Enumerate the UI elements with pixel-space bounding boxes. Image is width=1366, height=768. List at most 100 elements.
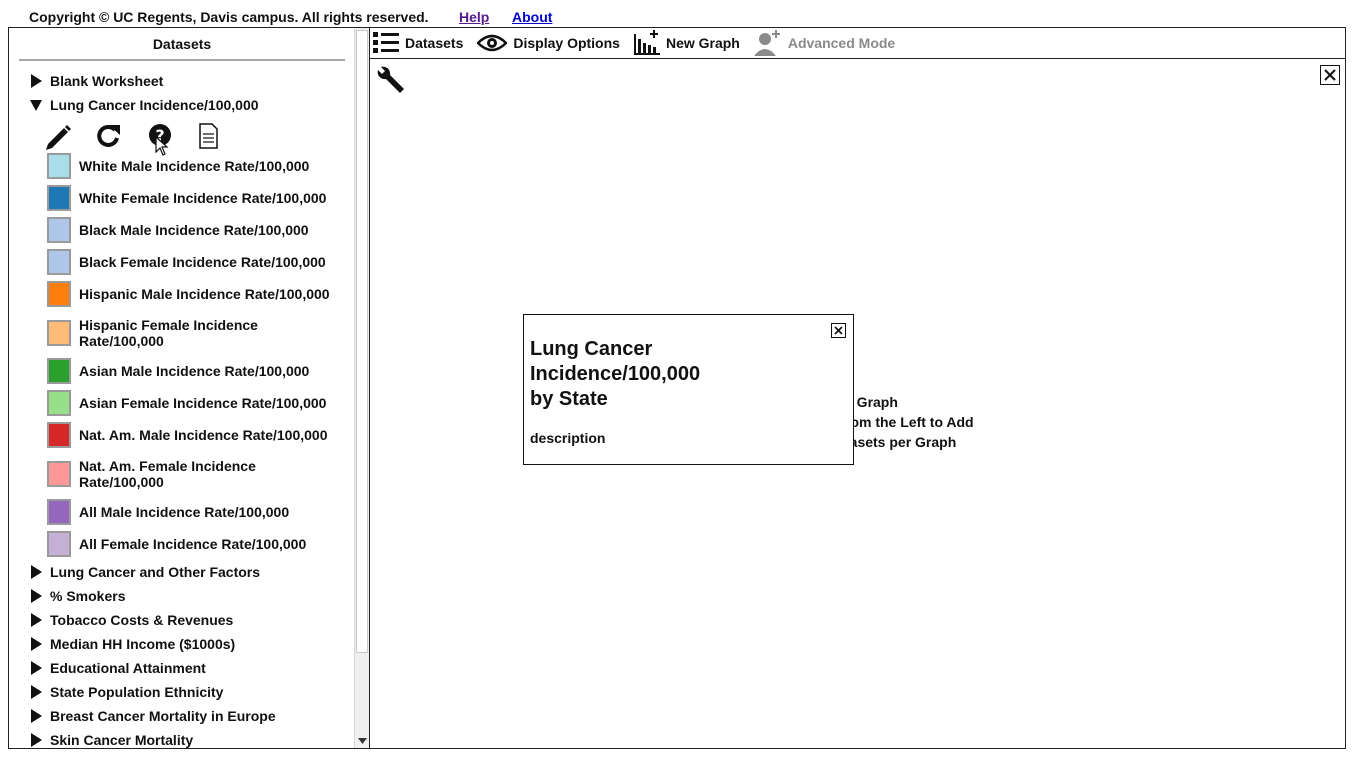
series-label: White Male Incidence Rate/100,000 [79, 158, 310, 174]
popup-close-button[interactable] [831, 323, 846, 338]
datasets-panel: Datasets Blank Worksheet Lung Cancer Inc… [8, 27, 370, 749]
tree-item-tobacco-costs[interactable]: Tobacco Costs & Revenues [30, 612, 233, 628]
series-label: Hispanic Female Incidence Rate/100,000 [79, 317, 258, 349]
tree-item-label: Median HH Income ($1000s) [50, 636, 236, 652]
series-label: All Female Incidence Rate/100,000 [79, 536, 307, 552]
series-item[interactable]: White Male Incidence Rate/100,000 [47, 153, 349, 179]
series-color-swatch[interactable] [47, 422, 71, 448]
mouse-cursor-icon [155, 136, 169, 156]
series-label: Black Male Incidence Rate/100,000 [79, 222, 309, 238]
help-link[interactable]: Help [459, 9, 489, 25]
close-graph-button[interactable] [1320, 65, 1340, 85]
tree-item-label: Blank Worksheet [50, 73, 164, 89]
series-label: All Male Incidence Rate/100,000 [79, 504, 290, 520]
tree-item-lung-cancer-incidence[interactable]: Lung Cancer Incidence/100,000 [30, 97, 259, 113]
tree-item-label: Skin Cancer Mortality [50, 732, 194, 748]
series-label: White Female Incidence Rate/100,000 [79, 190, 327, 206]
hint-line: rom the Left to Add [845, 414, 974, 430]
series-item[interactable]: Black Female Incidence Rate/100,000 [47, 249, 349, 275]
series-color-swatch[interactable] [47, 358, 71, 384]
scroll-down-arrow-icon[interactable] [358, 738, 367, 744]
tree-item-median-income[interactable]: Median HH Income ($1000s) [30, 636, 235, 652]
scrollbar-thumb[interactable] [356, 30, 368, 653]
document-icon[interactable] [194, 122, 222, 150]
series-color-swatch[interactable] [47, 281, 71, 307]
series-item[interactable]: Hispanic Male Incidence Rate/100,000 [47, 281, 349, 307]
expand-triangle-icon[interactable] [30, 637, 42, 651]
tree-item-label: Breast Cancer Mortality in Europe [50, 708, 276, 724]
collapse-triangle-icon[interactable] [30, 98, 42, 112]
popup-title-line: Incidence/100,000 [530, 363, 701, 385]
series-color-swatch[interactable] [47, 499, 71, 525]
list-icon [373, 32, 399, 53]
series-color-swatch[interactable] [47, 185, 71, 211]
series-color-swatch[interactable] [47, 217, 71, 243]
about-link[interactable]: About [512, 9, 552, 25]
tree-item-blank-worksheet[interactable]: Blank Worksheet [30, 73, 163, 89]
series-item[interactable]: Hispanic Female Incidence Rate/100,000 [47, 317, 279, 349]
user-add-icon [753, 30, 780, 56]
series-color-swatch[interactable] [47, 153, 71, 179]
series-color-swatch[interactable] [47, 461, 71, 487]
display-options-button[interactable]: Display Options [477, 32, 620, 54]
new-graph-button[interactable]: New Graph [633, 30, 740, 56]
hint-line: tasets per Graph [845, 434, 957, 450]
series-item[interactable]: Asian Female Incidence Rate/100,000 [47, 390, 349, 416]
refresh-icon[interactable] [94, 122, 122, 150]
wrench-icon[interactable] [374, 64, 406, 96]
eye-icon [477, 34, 508, 52]
expand-triangle-icon[interactable] [30, 685, 42, 699]
series-color-swatch[interactable] [47, 390, 71, 416]
expand-triangle-icon[interactable] [30, 709, 42, 723]
tree-item-smokers[interactable]: % Smokers [30, 588, 125, 604]
tree-item-label: Lung Cancer Incidence/100,000 [50, 97, 259, 113]
series-label: Asian Female Incidence Rate/100,000 [79, 395, 327, 411]
tree-item-label: Tobacco Costs & Revenues [50, 612, 234, 628]
tree-item-label: State Population Ethnicity [50, 684, 224, 700]
series-item[interactable]: Nat. Am. Female Incidence Rate/100,000 [47, 458, 279, 490]
series-color-swatch[interactable] [47, 531, 71, 557]
popup-title-line: Lung Cancer [530, 338, 653, 360]
tree-item-breast-cancer-europe[interactable]: Breast Cancer Mortality in Europe [30, 708, 276, 724]
expand-triangle-icon[interactable] [30, 613, 42, 627]
copyright-text: Copyright © UC Regents, Davis campus. Al… [29, 9, 429, 25]
display-options-label: Display Options [513, 35, 620, 51]
tree-item-label: Lung Cancer and Other Factors [50, 564, 261, 580]
series-item[interactable]: All Female Incidence Rate/100,000 [47, 531, 349, 557]
tree-item-skin-cancer[interactable]: Skin Cancer Mortality [30, 732, 193, 748]
popup-title-line: by State [530, 388, 608, 410]
sidebar-scrollbar[interactable] [354, 28, 369, 748]
datasets-button-label: Datasets [405, 35, 464, 51]
series-item[interactable]: All Male Incidence Rate/100,000 [47, 499, 349, 525]
expand-triangle-icon[interactable] [30, 661, 42, 675]
pencil-icon[interactable] [44, 122, 72, 150]
series-color-swatch[interactable] [47, 249, 71, 275]
series-label: Black Female Incidence Rate/100,000 [79, 254, 326, 270]
series-item[interactable]: Black Male Incidence Rate/100,000 [47, 217, 349, 243]
expand-triangle-icon[interactable] [30, 74, 42, 88]
tree-item-lung-cancer-other-factors[interactable]: Lung Cancer and Other Factors [30, 564, 260, 580]
expand-triangle-icon[interactable] [30, 733, 42, 747]
top-bar: Copyright © UC Regents, Davis campus. Al… [0, 0, 1366, 28]
popup-description: description [530, 430, 606, 446]
tree-item-educational-attainment[interactable]: Educational Attainment [30, 660, 206, 676]
series-color-swatch[interactable] [47, 320, 71, 346]
series-item[interactable]: Asian Male Incidence Rate/100,000 [47, 358, 349, 384]
expand-triangle-icon[interactable] [30, 589, 42, 603]
series-item[interactable]: Nat. Am. Male Incidence Rate/100,000 [47, 422, 349, 448]
series-label: Hispanic Male Incidence Rate/100,000 [79, 286, 330, 302]
series-item[interactable]: White Female Incidence Rate/100,000 [47, 185, 349, 211]
empty-graph-hint: y Graph rom the Left to Add tasets per G… [845, 392, 974, 452]
popup-title: Lung Cancer Incidence/100,000 by State [530, 337, 790, 412]
datasets-button[interactable]: Datasets [373, 30, 463, 56]
expand-triangle-icon[interactable] [30, 565, 42, 579]
new-graph-label: New Graph [665, 35, 740, 51]
hint-line: y Graph [845, 394, 898, 410]
close-icon [834, 326, 843, 335]
advanced-mode-button[interactable]: Advanced Mode [753, 30, 895, 56]
dataset-tools: ? [44, 122, 224, 152]
main-toolbar: Datasets Display Options New Graph Advan… [370, 28, 1345, 59]
graph-workspace: Datasets Display Options New Graph Advan… [369, 27, 1346, 749]
series-label: Nat. Am. Male Incidence Rate/100,000 [79, 427, 328, 443]
tree-item-population-ethnicity[interactable]: State Population Ethnicity [30, 684, 223, 700]
